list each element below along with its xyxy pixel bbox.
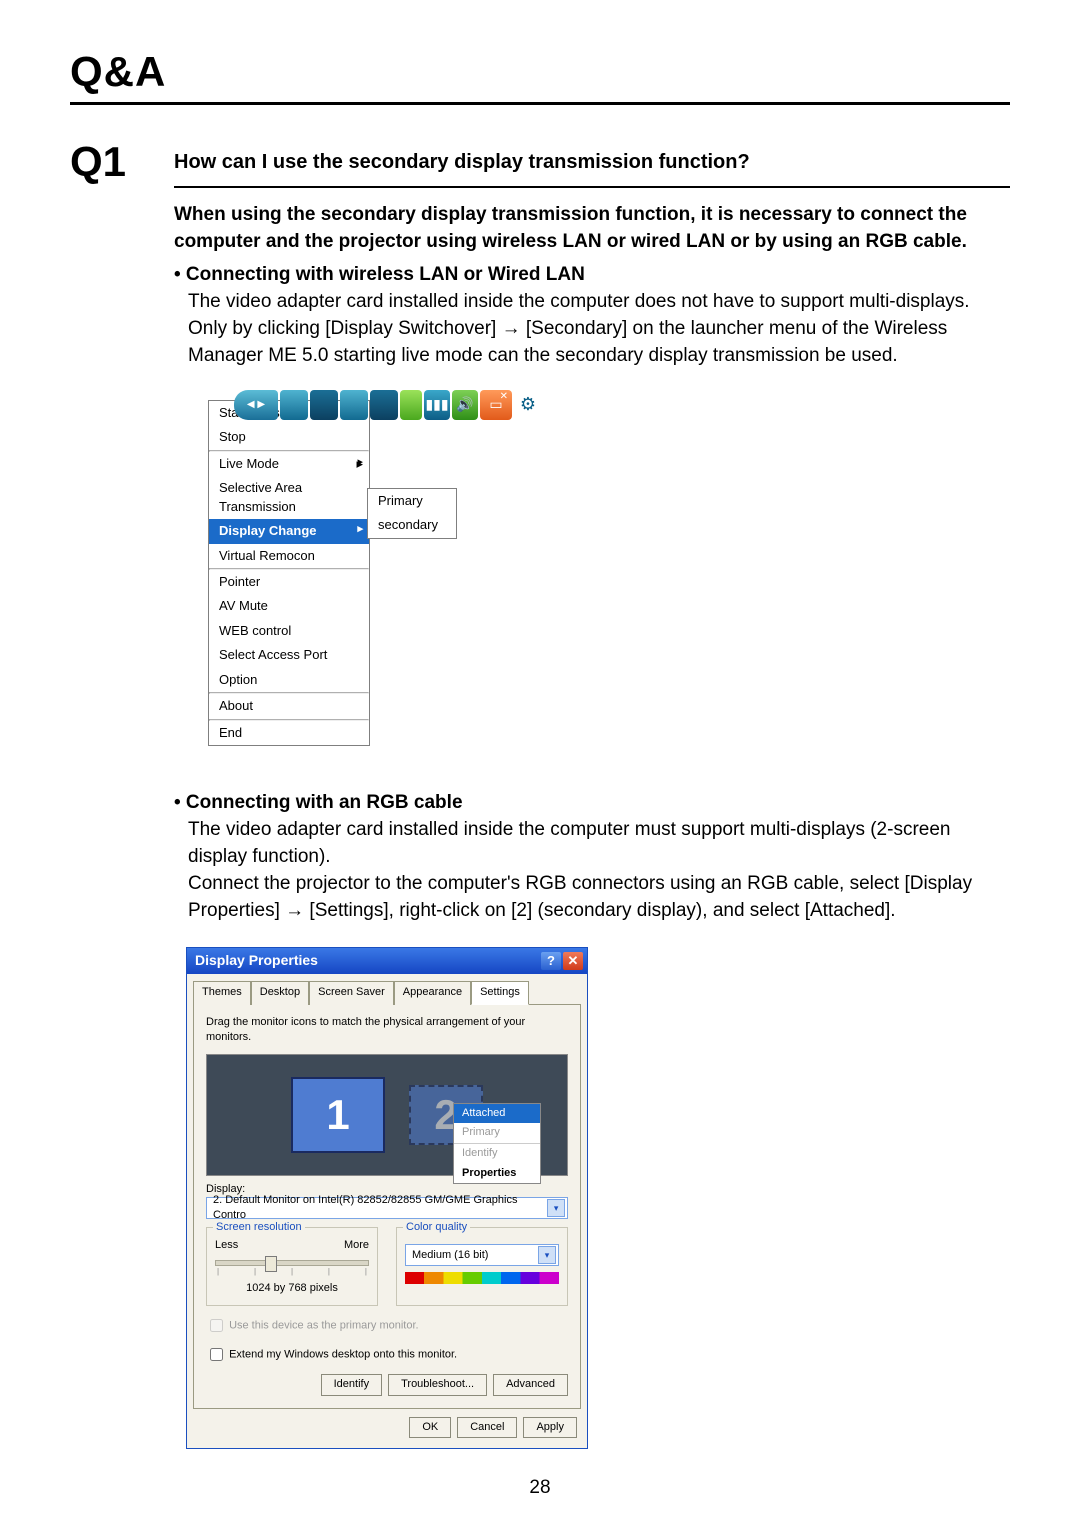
tab-settings[interactable]: Settings	[471, 981, 529, 1005]
dialog-tabs: Themes Desktop Screen Saver Appearance S…	[187, 980, 587, 1004]
res-more: More	[344, 1238, 369, 1254]
dialog-title: Display Properties	[195, 951, 318, 971]
page-number: 28	[0, 1477, 1080, 1499]
tab-appearance[interactable]: Appearance	[394, 981, 471, 1005]
drag-instruction: Drag the monitor icons to match the phys…	[206, 1015, 568, 1046]
monitor-1[interactable]: 1	[291, 1077, 385, 1153]
group-title: Color quality	[403, 1220, 470, 1236]
extend-desktop-checkbox[interactable]: Extend my Windows desktop onto this moni…	[206, 1345, 568, 1364]
display-selector[interactable]: 2. Default Monitor on Intel(R) 82852/828…	[206, 1197, 568, 1219]
screen-resolution-group: Screen resolution Less More ||||| 1024 b…	[206, 1227, 378, 1306]
identify-button[interactable]: Identify	[321, 1374, 382, 1396]
chevron-down-icon[interactable]: ▾	[547, 1199, 565, 1217]
launcher-toolbar: ◀ ▶ ▮▮▮ 🔊 ▭ ⚙	[234, 386, 542, 424]
submenu-item-secondary[interactable]: secondary	[368, 513, 456, 537]
launcher-handle[interactable]: ◀ ▶	[234, 390, 278, 420]
page-title: Q&A	[70, 48, 1010, 105]
launcher-icon[interactable]	[370, 390, 398, 420]
checkbox[interactable]	[210, 1348, 223, 1361]
menu-item[interactable]: Live Mode ▸	[209, 452, 369, 476]
monitor-context-menu: Attached Primary Identify Properties	[453, 1103, 541, 1184]
launcher-icon[interactable]	[340, 390, 368, 420]
checkbox-label: Use this device as the primary monitor.	[229, 1319, 419, 1331]
menu-item[interactable]: About	[209, 694, 369, 718]
ctx-identify[interactable]: Identify	[454, 1144, 540, 1164]
menu-item[interactable]: Stop	[209, 425, 369, 449]
menu-item[interactable]: AV Mute	[209, 594, 369, 618]
close-icon[interactable]: ✕	[563, 952, 583, 970]
section-a-p2: Only by clicking [Display Switchover] → …	[188, 316, 1010, 370]
display-value: 2. Default Monitor on Intel(R) 82852/828…	[213, 1193, 547, 1224]
menu-item[interactable]: Selective Area Transmission	[209, 476, 369, 519]
signal-icon[interactable]: ▮▮▮	[424, 390, 450, 420]
submenu-item-primary[interactable]: Primary	[368, 489, 456, 513]
launcher-figure: ◀ ▶ ▮▮▮ 🔊 ▭ ⚙ Start/Pause Stop Live	[208, 400, 528, 746]
resolution-value: 1024 by 768 pixels	[215, 1281, 369, 1297]
section-b-p2: Connect the projector to the computer's …	[188, 871, 1010, 925]
chevron-down-icon[interactable]: ▾	[538, 1246, 556, 1264]
color-quality-value: Medium (16 bit)	[412, 1248, 488, 1264]
question-text: How can I use the secondary display tran…	[174, 151, 1010, 174]
resolution-slider[interactable]	[215, 1260, 369, 1266]
apply-button[interactable]: Apply	[523, 1417, 577, 1439]
ctx-primary: Primary	[454, 1123, 540, 1143]
section-a-p1: The video adapter card installed inside …	[188, 289, 1010, 316]
launcher-icon[interactable]	[280, 390, 308, 420]
menu-item-label: Display Change	[219, 523, 317, 538]
color-quality-group: Color quality Medium (16 bit) ▾	[396, 1227, 568, 1306]
checkbox	[210, 1319, 223, 1332]
cancel-button[interactable]: Cancel	[457, 1417, 517, 1439]
question-number: Q1	[70, 141, 150, 183]
dialog-titlebar: Display Properties ? ✕	[187, 948, 587, 974]
launcher-icon[interactable]	[400, 390, 422, 420]
volume-icon[interactable]: 🔊	[452, 390, 478, 420]
advanced-button[interactable]: Advanced	[493, 1374, 568, 1396]
slider-thumb[interactable]	[265, 1256, 277, 1272]
intro-text: When using the secondary display transmi…	[174, 202, 1010, 256]
gear-icon[interactable]: ⚙	[514, 390, 542, 420]
launcher-menu: Start/Pause Stop Live Mode ▸ Selective A…	[208, 400, 370, 746]
divider	[174, 186, 1010, 188]
checkbox-label: Extend my Windows desktop onto this moni…	[229, 1348, 457, 1360]
menu-item[interactable]: WEB control	[209, 619, 369, 643]
display-properties-dialog: Display Properties ? ✕ Themes Desktop Sc…	[186, 947, 588, 1449]
launcher-submenu: Primary secondary	[367, 488, 457, 539]
primary-monitor-checkbox: Use this device as the primary monitor.	[206, 1316, 568, 1335]
menu-item-label: Live Mode	[219, 456, 279, 471]
menu-item[interactable]: Virtual Remocon	[209, 544, 369, 568]
monitor-arrangement[interactable]: 1 2 Attached Primary Identify Properties	[206, 1054, 568, 1176]
ctx-attached[interactable]: Attached	[454, 1104, 540, 1124]
close-icon[interactable]: ▭	[480, 390, 512, 420]
menu-item[interactable]: Pointer	[209, 570, 369, 594]
menu-item[interactable]: Select Access Port	[209, 643, 369, 667]
help-icon[interactable]: ?	[541, 952, 561, 970]
section-b-title: • Connecting with an RGB cable	[174, 790, 1010, 817]
res-less: Less	[215, 1238, 238, 1254]
section-a-title: • Connecting with wireless LAN or Wired …	[174, 262, 1010, 289]
launcher-icon[interactable]	[310, 390, 338, 420]
color-spectrum	[405, 1272, 559, 1284]
menu-item[interactable]: End	[209, 721, 369, 745]
tab-desktop[interactable]: Desktop	[251, 981, 309, 1005]
tab-screensaver[interactable]: Screen Saver	[309, 981, 394, 1005]
ok-button[interactable]: OK	[409, 1417, 451, 1439]
troubleshoot-button[interactable]: Troubleshoot...	[388, 1374, 487, 1396]
color-quality-selector[interactable]: Medium (16 bit) ▾	[405, 1244, 559, 1266]
section-b-p1: The video adapter card installed inside …	[188, 817, 1010, 871]
group-title: Screen resolution	[213, 1220, 305, 1236]
ctx-properties[interactable]: Properties	[454, 1164, 540, 1184]
tab-themes[interactable]: Themes	[193, 981, 251, 1005]
menu-item-display-change[interactable]: Display Change	[209, 519, 369, 543]
menu-item[interactable]: Option	[209, 668, 369, 692]
